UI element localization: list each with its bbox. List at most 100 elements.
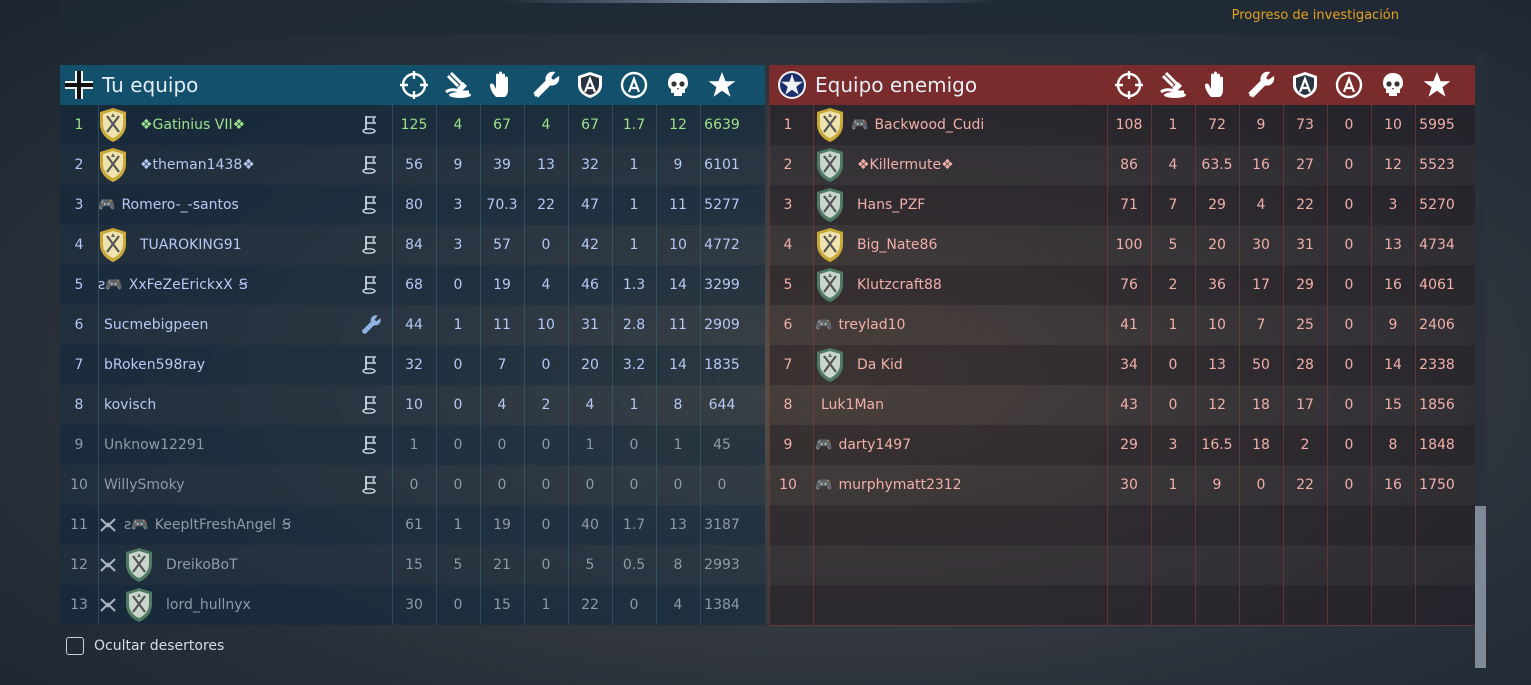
squadron-emblem-icon [817, 148, 843, 182]
player-row[interactable]: 9 🎮 darty1497 29 3 16.5 18 2 0 8 1848 [769, 425, 1475, 465]
player-row[interactable]: 8 Luk1Man 43 0 12 18 17 0 15 1856 [769, 385, 1475, 425]
shield-a-icon [578, 72, 602, 98]
stat-value: 0 [453, 597, 463, 613]
player-name[interactable]: murphymatt2312 [838, 477, 961, 493]
stat-header-wrench[interactable] [524, 65, 568, 105]
player-name-block: kovisch [98, 397, 156, 413]
player-name[interactable]: Da Kid [857, 357, 903, 373]
player-row[interactable]: 2 ❖theman1438❖ 56 9 39 13 32 1 9 6101 [60, 145, 765, 185]
player-row[interactable]: 2 ❖Killermute❖ 86 4 63.5 16 27 0 12 5523 [769, 145, 1475, 185]
stat-value: 34 [1120, 357, 1138, 373]
scrollbar[interactable] [1475, 50, 1486, 668]
stat-value: 16 [1384, 277, 1402, 293]
player-name[interactable]: Unknow12291 [104, 437, 205, 453]
stat-header-hand[interactable] [480, 65, 524, 105]
stat-value: 0 [1344, 357, 1354, 373]
player-name[interactable]: Sucmebigpeen [104, 317, 208, 333]
player-name-block: bRoken598ray [98, 357, 205, 373]
player-row[interactable]: 13 lord_hullnyx 30 0 15 1 22 0 4 1384 [60, 585, 765, 625]
stat-value: 1 [1168, 477, 1178, 493]
role-flag [360, 274, 382, 300]
player-row[interactable]: 3 🎮 Romero-_-santos 80 3 70.3 22 47 1 11 5277 [60, 185, 765, 225]
stat-header-hand[interactable] [1195, 65, 1239, 105]
stat-value: 13 [1384, 237, 1402, 253]
player-row[interactable]: 4 Big_Nate86 100 5 20 30 31 0 13 4734 [769, 225, 1475, 265]
stat-value: 11 [669, 197, 687, 213]
player-name[interactable]: Hans_PZF [857, 197, 925, 213]
player-row[interactable]: 6 🎮 treylad10 41 1 10 7 25 0 9 2406 [769, 305, 1475, 345]
player-name[interactable]: XxFeZeErickxX [129, 277, 233, 293]
player-row[interactable]: 9 Unknow12291 1 0 0 0 1 0 1 45 [60, 425, 765, 465]
player-name[interactable]: Luk1Man [821, 397, 884, 413]
player-name[interactable]: kovisch [104, 397, 156, 413]
player-row[interactable]: 3 Hans_PZF 71 7 29 4 22 0 3 5270 [769, 185, 1475, 225]
stat-value: 0 [541, 437, 551, 453]
stat-header-plane-crash[interactable] [436, 65, 480, 105]
player-name[interactable]: Big_Nate86 [857, 237, 937, 253]
team-header-friendly: Tu equipo [60, 65, 765, 105]
player-row[interactable]: 7 bRoken598ray 32 0 7 0 20 3.2 14 1835 [60, 345, 765, 385]
stat-header-plane-crash[interactable] [1151, 65, 1195, 105]
balkenkreuz-icon [65, 71, 93, 99]
scrollbar-thumb[interactable] [1475, 506, 1486, 668]
stat-header-crosshair[interactable] [392, 65, 436, 105]
stat-value: 68 [405, 277, 423, 293]
player-name[interactable]: bRoken598ray [104, 357, 205, 373]
player-name[interactable]: ❖theman1438❖ [140, 157, 255, 173]
player-row[interactable]: 10 WillySmoky 0 0 0 0 0 0 0 0 [60, 465, 765, 505]
player-row[interactable]: 6 Sucmebigpeen 44 1 11 10 31 2.8 11 2909 [60, 305, 765, 345]
player-name[interactable]: Romero-_-santos [121, 197, 238, 213]
stat-header-skull[interactable] [1371, 65, 1415, 105]
player-row[interactable]: 1 🎮 Backwood_Cudi 108 1 72 9 73 0 10 5995 [769, 105, 1475, 145]
stat-header-star[interactable] [1415, 65, 1459, 105]
stat-value: 4 [1256, 197, 1266, 213]
stat-header-crosshair[interactable] [1107, 65, 1151, 105]
stat-header-star[interactable] [700, 65, 744, 105]
player-name[interactable]: KeepItFreshAngel [155, 517, 276, 533]
player-row[interactable]: 5 Klutzcraft88 76 2 36 17 29 0 16 4061 [769, 265, 1475, 305]
player-name[interactable]: darty1497 [838, 437, 911, 453]
stat-header-wrench[interactable] [1239, 65, 1283, 105]
player-row[interactable]: 12 DreikoBoT 15 5 21 0 5 0.5 8 2993 [60, 545, 765, 585]
stat-header-skull[interactable] [656, 65, 700, 105]
stat-value: 0 [1344, 397, 1354, 413]
player-name[interactable]: ❖Killermute❖ [857, 157, 954, 173]
player-row[interactable]: 7 Da Kid 34 0 13 50 28 0 14 2338 [769, 345, 1475, 385]
stat-header-circle-a[interactable] [612, 65, 656, 105]
stat-value: 12 [1208, 397, 1226, 413]
player-row[interactable]: 1 ❖Gatinius VII❖ 125 4 67 4 67 1.7 12 6639 [60, 105, 765, 145]
stat-value: 72 [1208, 117, 1226, 133]
stat-value: 644 [708, 397, 736, 413]
player-row[interactable]: 4 TUAROKING91 84 3 57 0 42 1 10 4772 [60, 225, 765, 265]
stat-header-shield-a[interactable] [568, 65, 612, 105]
player-position: 2 [74, 157, 84, 173]
research-progress-link[interactable]: Progreso de investigación [1232, 8, 1399, 23]
player-row[interactable]: 8 kovisch 10 0 4 2 4 1 8 644 [60, 385, 765, 425]
stat-header-shield-a[interactable] [1283, 65, 1327, 105]
stat-value: 16.5 [1201, 437, 1233, 453]
player-name[interactable]: Backwood_Cudi [874, 117, 984, 133]
player-name[interactable]: ❖Gatinius VII❖ [140, 117, 245, 133]
stat-value: 0 [1256, 477, 1266, 493]
player-name-block: ❖Killermute❖ [815, 147, 954, 183]
stat-header-circle-a[interactable] [1327, 65, 1371, 105]
player-row[interactable]: 10 🎮 murphymatt2312 30 1 9 0 22 0 16 1750 [769, 465, 1475, 505]
player-row[interactable]: 5 ƨ🎮 XxFeZeErickxX Ꞩ 68 0 19 4 46 1.3 14 3299 [60, 265, 765, 305]
player-name[interactable]: TUAROKING91 [140, 237, 242, 253]
player-name[interactable]: treylad10 [838, 317, 905, 333]
hide-deserters-toggle[interactable]: Ocultar desertores [66, 637, 224, 655]
stat-value: 9 [1388, 317, 1398, 333]
stat-value: 28 [1296, 357, 1314, 373]
player-name[interactable]: Klutzcraft88 [857, 277, 942, 293]
player-name[interactable]: DreikoBoT [166, 557, 238, 573]
player-position: 1 [783, 117, 793, 133]
stat-value: 16 [1252, 157, 1270, 173]
hide-deserters-checkbox[interactable] [66, 637, 84, 655]
column-divider [813, 105, 814, 625]
stat-value: 0 [585, 477, 595, 493]
player-name[interactable]: WillySmoky [104, 477, 184, 493]
player-name[interactable]: lord_hullnyx [166, 597, 251, 613]
column-divider [1195, 105, 1196, 625]
squadron-emblem-icon [100, 148, 126, 182]
player-row[interactable]: 11 ƨ🎮 KeepItFreshAngel Ꞩ 61 1 19 0 40 1.7 13 3187 [60, 505, 765, 545]
